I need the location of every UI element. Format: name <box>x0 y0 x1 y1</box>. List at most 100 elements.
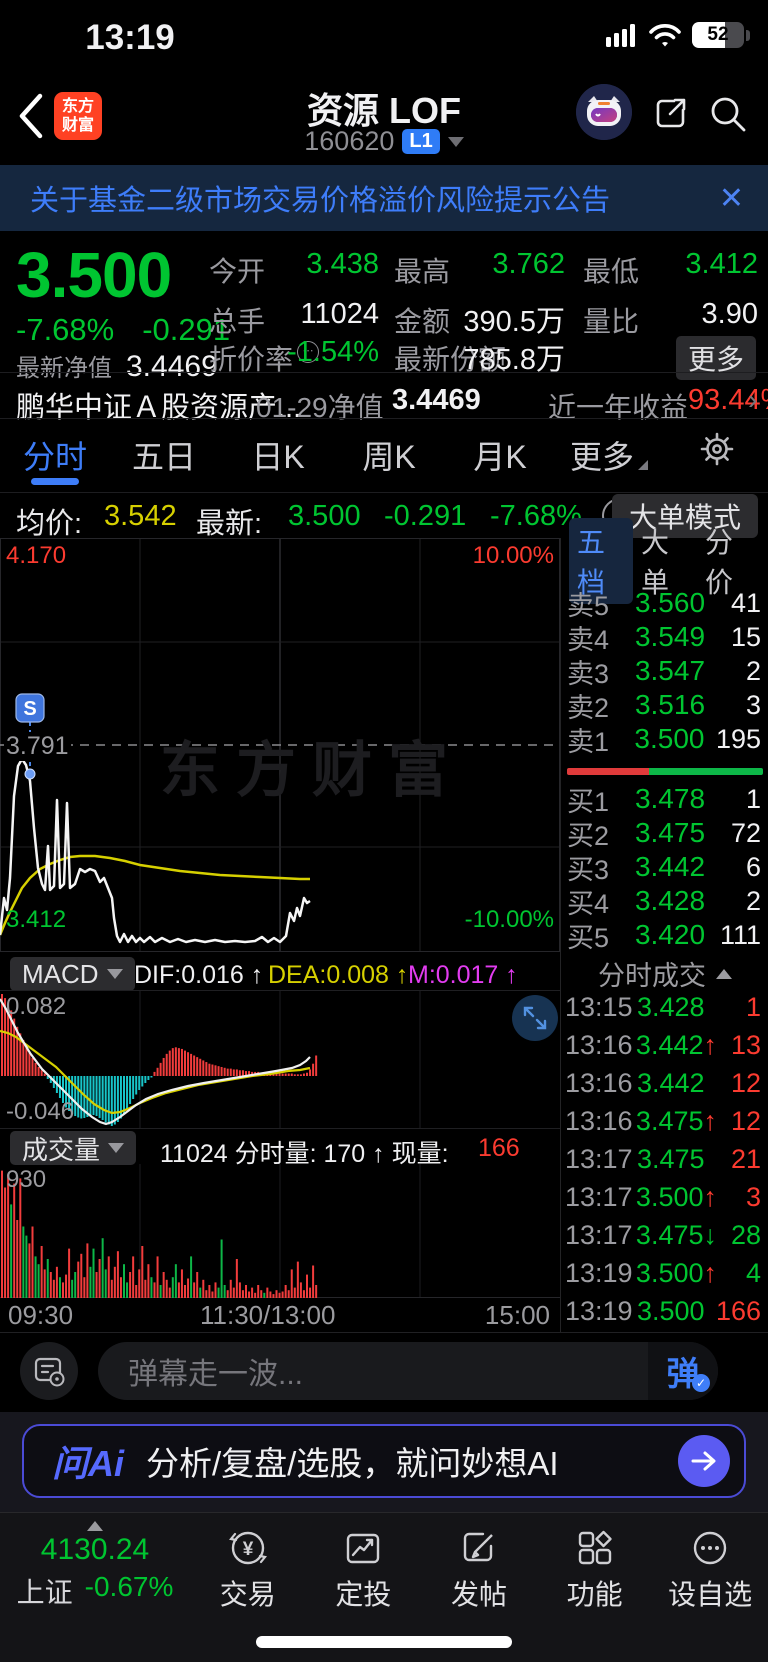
sell-level-row[interactable]: 卖1 3.500 195 <box>561 722 768 757</box>
battery-icon: 52 <box>692 22 750 48</box>
volume-dropdown[interactable]: 成交量 <box>10 1131 137 1165</box>
fund-nav-value: 3.4469 <box>392 384 481 416</box>
tab-五日[interactable]: 五日 <box>114 432 214 478</box>
collapse-icon <box>87 1521 103 1531</box>
macd-m: M:0.017 ↑ <box>408 961 518 989</box>
chart-min-price: 3.412 <box>6 906 67 933</box>
intraday-chart[interactable]: S 东方财富 4.170 10.00% 3.412 -10.00% 3.791 <box>0 538 560 952</box>
chart-min-pct: -10.00% <box>464 906 554 933</box>
danmaku-send-button[interactable]: 弹 ✓ <box>648 1342 718 1400</box>
ask-ai-bar[interactable]: 问Ai 分析/复盘/选股，就问妙想AI <box>22 1424 746 1498</box>
home-indicator <box>256 1636 512 1648</box>
last-value: 3.500 <box>288 500 361 532</box>
wifi-icon <box>649 24 681 47</box>
trade-row: 13:15 3.428 1 <box>565 991 761 1022</box>
nav-index-item[interactable]: 4130.24 上证 -0.67% <box>0 1513 190 1662</box>
quote-cell-value: 390.5万 <box>463 306 565 338</box>
chart-max-pct: 10.00% <box>472 542 554 569</box>
trade-row: 13:17 3.475↓ 28 <box>565 1219 761 1250</box>
signal-icon <box>606 24 635 47</box>
volume-header: 成交量 11024 分时量: 170 ↑ 现量: 166 <box>0 1129 560 1168</box>
share-icon[interactable] <box>650 92 692 134</box>
search-icon[interactable] <box>706 92 750 136</box>
input-placeholder: 弹幕走一波... <box>128 1358 304 1391</box>
svg-text:S: S <box>23 698 36 720</box>
arrow-up-icon: ↑ <box>703 1105 718 1136</box>
trade-row: 13:16 3.442↑ 13 <box>565 1029 761 1060</box>
check-icon: ✓ <box>692 1374 710 1392</box>
macd-max: 0.082 <box>6 993 67 1020</box>
time-close: 15:00 <box>484 1300 550 1330</box>
arrow-up-icon: ↑ <box>703 1029 718 1060</box>
trade-row: 13:16 3.442 12 <box>565 1067 761 1098</box>
buy-level-row[interactable]: 买3 3.442 6 <box>561 850 768 885</box>
nav-row: 最新净值 3.4469 <box>16 348 218 384</box>
sort-up-icon <box>716 968 732 979</box>
tab-日K[interactable]: 日K <box>228 432 328 478</box>
change-percent: -7.68% <box>16 312 115 347</box>
notice-text: 关于基金二级市场交易价格溢价风险提示公告 <box>30 185 611 217</box>
comment-settings-button[interactable] <box>20 1342 78 1400</box>
ask-ai-submit-button[interactable] <box>678 1435 730 1487</box>
nav-item-功能[interactable]: 功能 <box>537 1513 653 1662</box>
stock-code: 160620 <box>304 126 395 156</box>
quote-cell-value: 11024 <box>300 298 380 330</box>
order-panel-tabs: 五档 大单 分价 <box>561 518 768 604</box>
robot-icon <box>576 84 632 140</box>
index-pct: -0.67% <box>84 1571 174 1602</box>
arrow-down-icon: ↓ <box>703 1219 718 1250</box>
功能-icon <box>572 1525 618 1571</box>
macd-chart[interactable]: 0.082 -0.046 <box>0 990 560 1129</box>
ai-assistant-avatar[interactable] <box>576 84 632 140</box>
macd-dea: DEA:0.008 ↑ <box>268 961 409 989</box>
time-axis: 09:30 11:30/13:00 15:00 <box>0 1300 560 1330</box>
more-button[interactable]: 更多 <box>676 336 756 380</box>
price-change-row: -7.68% -0.291 <box>16 312 230 348</box>
volume-chart[interactable]: 930 <box>0 1164 560 1298</box>
close-icon[interactable]: ✕ <box>719 181 744 216</box>
indicator-dropdown[interactable]: MACD <box>10 957 135 991</box>
tab-周K[interactable]: 周K <box>339 432 439 478</box>
last-change: -0.291 <box>384 500 467 532</box>
svg-text:¥: ¥ <box>243 1539 254 1560</box>
prev-close-label: 3.791 <box>4 732 71 761</box>
buy-level-row[interactable]: 买5 3.420 111 <box>561 918 768 953</box>
dropdown-icon <box>108 1143 125 1153</box>
buy-level-row[interactable]: 买4 3.428 2 <box>561 884 768 919</box>
notice-banner[interactable]: 关于基金二级市场交易价格溢价风险提示公告 ✕ <box>0 165 768 231</box>
buy-level-row[interactable]: 买2 3.475 72 <box>561 816 768 851</box>
quote-cell-value: 3.90 <box>701 298 758 330</box>
dropdown-icon <box>106 969 123 979</box>
sell-level-row[interactable]: 卖3 3.547 2 <box>561 654 768 689</box>
avg-price: 3.542 <box>104 500 177 532</box>
expand-chart-button[interactable] <box>512 995 558 1041</box>
macd-dif: DIF:0.016 ↑ <box>134 961 264 989</box>
quote-cell-value: 3.762 <box>492 248 565 280</box>
buy-level-row[interactable]: 买1 3.478 1 <box>561 782 768 817</box>
danmaku-input[interactable]: 弹幕走一波... 弹 ✓ <box>98 1342 718 1400</box>
trade-row: 13:16 3.475↑ 12 <box>565 1105 761 1136</box>
ask-ai-text: 分析/复盘/选股，就问妙想AI <box>146 1445 559 1482</box>
tab-月K[interactable]: 月K <box>450 432 550 478</box>
trade-row: 13:19 3.500 166 <box>565 1295 761 1326</box>
arrow-up-icon: ↑ <box>703 1181 718 1212</box>
current-volume: 166 <box>478 1134 520 1162</box>
chevron-down-icon <box>447 136 464 147</box>
gear-icon[interactable] <box>698 430 736 468</box>
more-caret-icon <box>638 460 648 470</box>
watermark: 东方财富 <box>160 737 464 804</box>
nav-item-设自选[interactable]: 设自选 <box>652 1513 768 1662</box>
sell-level-row[interactable]: 卖2 3.516 3 <box>561 688 768 723</box>
comment-list-icon <box>34 1357 65 1387</box>
expand-icon <box>523 1006 547 1030</box>
sell-level-row[interactable]: 卖4 3.549 15 <box>561 620 768 655</box>
tab-分时[interactable]: 分时 <box>5 432 105 478</box>
macd-header: MACD DIF:0.016 ↑ DEA:0.008 ↑ M:0.017 ↑ <box>0 955 560 991</box>
nav-label: 最新净值 <box>16 355 112 382</box>
trade-row: 13:17 3.475 21 <box>565 1143 761 1174</box>
tab-更多[interactable]: 更多 <box>552 432 652 478</box>
arrow-up-icon: ↑ <box>703 1257 718 1288</box>
quote-cell-value: 3.438 <box>306 248 379 280</box>
chevron-right-icon[interactable]: › <box>748 384 757 416</box>
sell-level-row[interactable]: 卖5 3.560 41 <box>561 586 768 621</box>
